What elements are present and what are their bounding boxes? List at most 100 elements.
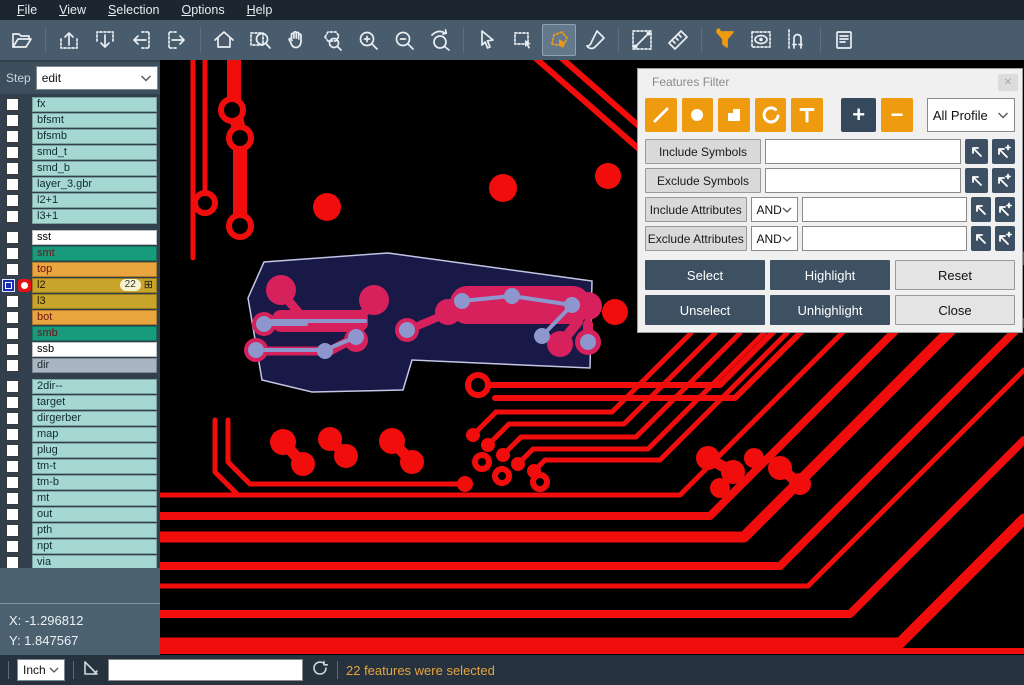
step-select[interactable]: edit <box>36 66 158 90</box>
layer-name-bar[interactable]: smd_b <box>32 161 157 176</box>
layer-name-bar[interactable]: tm-b <box>32 475 157 490</box>
layer-visibility-checkbox[interactable] <box>6 194 19 207</box>
layer-row-ssb[interactable]: ssb <box>0 341 160 357</box>
layer-visibility-checkbox[interactable] <box>6 295 19 308</box>
layer-visibility-checkbox[interactable] <box>6 311 19 324</box>
layer-row-dirgerber[interactable]: dirgerber <box>0 410 160 426</box>
exclude-attributes-button[interactable]: Exclude Attributes <box>645 226 747 251</box>
snap-button[interactable] <box>780 24 814 56</box>
layer-name-bar[interactable]: smb <box>32 326 157 341</box>
layer-visibility-checkbox[interactable] <box>6 524 19 537</box>
layer-row-smd_t[interactable]: smd_t <box>0 144 160 160</box>
layer-row-pth[interactable]: pth <box>0 522 160 538</box>
pick-add-attribute-button[interactable] <box>995 226 1015 251</box>
layer-visibility-checkbox[interactable] <box>6 114 19 127</box>
layer-name-bar[interactable]: ssb <box>32 342 157 357</box>
layer-name-bar[interactable]: l222⊞ <box>32 278 157 293</box>
layer-row-2dir--[interactable]: 2dir-- <box>0 378 160 394</box>
layer-row-bot[interactable]: bot <box>0 309 160 325</box>
layer-row-sst[interactable]: sst <box>0 229 160 245</box>
layer-name-bar[interactable]: top <box>32 262 157 277</box>
layer-name-bar[interactable]: l3+1 <box>32 209 157 224</box>
profile-select[interactable]: All Profile <box>927 98 1015 132</box>
select-rectangle-button[interactable] <box>506 24 540 56</box>
include-symbols-input[interactable] <box>765 139 961 164</box>
layer-name-bar[interactable]: tm-t <box>32 459 157 474</box>
layer-name-bar[interactable]: smt <box>32 246 157 261</box>
layer-row-map[interactable]: map <box>0 426 160 442</box>
layer-row-target[interactable]: target <box>0 394 160 410</box>
layer-visibility-checkbox[interactable] <box>6 396 19 409</box>
add-filter-button[interactable]: + <box>841 98 876 132</box>
select-button[interactable]: Select <box>645 260 765 290</box>
layer-visibility-checkbox[interactable] <box>6 380 19 393</box>
menu-item-help[interactable]: Help <box>236 0 284 20</box>
open-button[interactable] <box>5 24 39 56</box>
layer-name-bar[interactable]: l2+1 <box>32 193 157 208</box>
pick-add-attribute-button[interactable] <box>995 197 1015 222</box>
layer-name-bar[interactable]: fx <box>32 97 157 112</box>
layer-row-smt[interactable]: smt <box>0 245 160 261</box>
layer-visibility-checkbox[interactable] <box>2 279 15 292</box>
layer-visibility-checkbox[interactable] <box>6 162 19 175</box>
exclude-attributes-operator-select[interactable]: AND <box>751 226 798 251</box>
menu-item-selection[interactable]: Selection <box>97 0 170 20</box>
layer-row-l3+1[interactable]: l3+1 <box>0 208 160 224</box>
layer-visibility-checkbox[interactable] <box>6 247 19 260</box>
include-attributes-operator-select[interactable]: AND <box>751 197 798 222</box>
layer-name-bar[interactable]: 2dir-- <box>32 379 157 394</box>
unselect-button[interactable]: Unselect <box>645 295 765 325</box>
layer-visibility-checkbox[interactable] <box>6 146 19 159</box>
layer-name-bar[interactable]: bfsmt <box>32 113 157 128</box>
pick-attribute-button[interactable] <box>971 226 991 251</box>
pick-symbol-button[interactable] <box>965 168 988 193</box>
include-attributes-input[interactable] <box>802 197 967 222</box>
include-attributes-button[interactable]: Include Attributes <box>645 197 747 222</box>
sync-icon[interactable] <box>311 659 329 682</box>
layer-row-dir[interactable]: dir <box>0 357 160 373</box>
highlight-button[interactable]: Highlight <box>770 260 890 290</box>
feature-type-pad-button[interactable] <box>682 98 714 132</box>
move-up-button[interactable] <box>52 24 86 56</box>
feature-type-line-button[interactable] <box>645 98 677 132</box>
layer-name-bar[interactable]: map <box>32 427 157 442</box>
layer-name-bar[interactable]: bfsmb <box>32 129 157 144</box>
ruler-button[interactable] <box>661 24 695 56</box>
pick-add-symbol-button[interactable] <box>992 139 1015 164</box>
zoom-out-button[interactable] <box>387 24 421 56</box>
pick-add-symbol-button[interactable] <box>992 168 1015 193</box>
layer-visibility-checkbox[interactable] <box>6 98 19 111</box>
view-options-button[interactable] <box>744 24 778 56</box>
zoom-selection-button[interactable] <box>315 24 349 56</box>
layer-name-bar[interactable]: l3 <box>32 294 157 309</box>
layer-row-tm-b[interactable]: tm-b <box>0 474 160 490</box>
layer-visibility-checkbox[interactable] <box>6 428 19 441</box>
command-input[interactable] <box>108 659 303 681</box>
layer-name-bar[interactable]: bot <box>32 310 157 325</box>
layer-row-fx[interactable]: fx <box>0 96 160 112</box>
include-symbols-button[interactable]: Include Symbols <box>645 139 761 164</box>
layer-row-plug[interactable]: plug <box>0 442 160 458</box>
layer-visibility-checkbox[interactable] <box>6 492 19 505</box>
select-button[interactable] <box>470 24 504 56</box>
layer-name-bar[interactable]: smd_t <box>32 145 157 160</box>
layer-visibility-checkbox[interactable] <box>6 540 19 553</box>
layer-visibility-checkbox[interactable] <box>6 263 19 276</box>
layer-visibility-checkbox[interactable] <box>6 556 19 569</box>
remove-filter-button[interactable]: − <box>881 98 913 132</box>
corner-measure-icon[interactable] <box>82 659 100 682</box>
layer-name-bar[interactable]: plug <box>32 443 157 458</box>
layer-name-bar[interactable]: mt <box>32 491 157 506</box>
unhighlight-button[interactable]: Unhighlight <box>770 295 890 325</box>
feature-type-arc-button[interactable] <box>755 98 787 132</box>
home-view-button[interactable] <box>207 24 241 56</box>
layer-name-bar[interactable]: layer_3.gbr <box>32 177 157 192</box>
layer-row-l3[interactable]: l3 <box>0 293 160 309</box>
exclude-attributes-input[interactable] <box>802 226 967 251</box>
layer-row-tm-t[interactable]: tm-t <box>0 458 160 474</box>
layer-visibility-checkbox[interactable] <box>6 231 19 244</box>
layer-row-smd_b[interactable]: smd_b <box>0 160 160 176</box>
layer-name-bar[interactable]: sst <box>32 230 157 245</box>
layer-visibility-checkbox[interactable] <box>6 476 19 489</box>
layer-row-bfsmb[interactable]: bfsmb <box>0 128 160 144</box>
